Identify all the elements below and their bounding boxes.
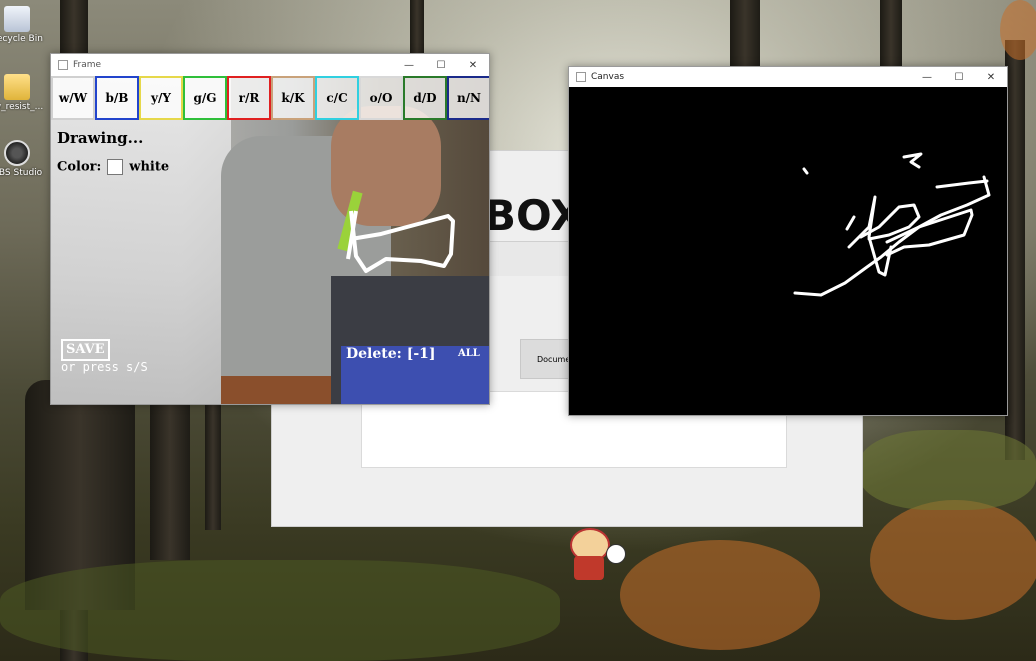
drawn-stroke bbox=[802, 167, 809, 175]
canvas-titlebar[interactable]: Canvas — ☐ ✕ bbox=[569, 67, 1007, 87]
app-icon bbox=[576, 72, 586, 82]
color-button-green[interactable]: g/G bbox=[183, 76, 227, 120]
color-swatch bbox=[107, 159, 124, 175]
autumn-foliage bbox=[870, 500, 1036, 620]
drawn-stroke bbox=[845, 215, 856, 231]
color-label: Color: bbox=[57, 159, 102, 175]
color-button-red[interactable]: r/R bbox=[227, 76, 271, 120]
frame-titlebar[interactable]: Frame — ☐ ✕ bbox=[51, 54, 489, 76]
forest-floor bbox=[0, 560, 560, 661]
tree-trunk bbox=[730, 0, 760, 70]
color-button-orange[interactable]: o/O bbox=[359, 76, 403, 120]
desktop-icon-label: fw_resist_... bbox=[0, 102, 44, 112]
drawn-stroke bbox=[935, 179, 989, 189]
delete-all-button[interactable]: ALL bbox=[458, 348, 480, 359]
desktop-icon-label: OBS Studio bbox=[0, 168, 43, 178]
save-button[interactable]: SAVE bbox=[61, 339, 110, 361]
desktop-icon-obs-studio[interactable]: OBS Studio bbox=[0, 140, 52, 178]
drawing-status: Drawing... bbox=[57, 129, 144, 147]
frame-title: Frame bbox=[73, 60, 102, 70]
close-button[interactable]: ✕ bbox=[457, 54, 489, 76]
delete-last-button[interactable]: [-1] bbox=[407, 346, 436, 362]
minimize-button[interactable]: — bbox=[393, 54, 425, 76]
drawn-stroke bbox=[349, 210, 455, 273]
tree-trunk bbox=[150, 380, 190, 560]
delete-text: Delete: bbox=[346, 346, 402, 362]
maximize-button[interactable]: ☐ bbox=[425, 54, 457, 76]
recycle-bin-icon bbox=[4, 6, 30, 32]
desktop-icon-label: Recycle Bin bbox=[0, 34, 43, 44]
color-button-blue[interactable]: b/B bbox=[95, 76, 139, 120]
canvas-strokes bbox=[793, 152, 991, 297]
color-value: white bbox=[129, 159, 170, 175]
maximize-button[interactable]: ☐ bbox=[943, 67, 975, 87]
camera-feed: w/W b/B y/Y g/G r/R k/K c/C o/O d/D n/N … bbox=[51, 76, 489, 404]
color-button-white[interactable]: w/W bbox=[51, 76, 95, 120]
cartoon-sticker bbox=[560, 528, 626, 583]
forest-floor bbox=[860, 430, 1036, 510]
desktop-icon-folder[interactable]: fw_resist_... bbox=[0, 74, 52, 112]
tree-trunk bbox=[410, 0, 424, 55]
color-indicator: Color: white bbox=[57, 159, 169, 175]
color-button-navy[interactable]: n/N bbox=[447, 76, 489, 120]
minimize-button[interactable]: — bbox=[911, 67, 943, 87]
close-button[interactable]: ✕ bbox=[975, 67, 1007, 87]
desktop-icon-recycle-bin[interactable]: Recycle Bin bbox=[0, 6, 52, 44]
color-button-yellow[interactable]: y/Y bbox=[139, 76, 183, 120]
delete-label: Delete: [-1] bbox=[346, 346, 436, 362]
drawn-stroke bbox=[885, 208, 974, 257]
tree-trunk bbox=[880, 0, 902, 70]
save-hint: or press s/S bbox=[61, 360, 148, 374]
obs-studio-icon bbox=[4, 140, 30, 166]
color-button-cyan[interactable]: c/C bbox=[315, 76, 359, 120]
color-button-dark-green[interactable]: d/D bbox=[403, 76, 447, 120]
drawing-canvas[interactable] bbox=[569, 87, 1007, 415]
folder-icon bbox=[4, 74, 30, 100]
color-toolbar: w/W b/B y/Y g/G r/R k/K c/C o/O d/D n/N bbox=[51, 76, 489, 120]
drawn-stroke bbox=[902, 152, 923, 169]
app-icon bbox=[58, 60, 68, 70]
tree-trunk bbox=[1005, 40, 1025, 460]
autumn-foliage bbox=[620, 540, 820, 650]
frame-window: Frame — ☐ ✕ w/W b/B y/Y g/G r/R k/K c/C … bbox=[50, 53, 490, 405]
autumn-foliage bbox=[1000, 0, 1036, 60]
canvas-title: Canvas bbox=[591, 72, 625, 82]
canvas-window: Canvas — ☐ ✕ bbox=[568, 66, 1008, 416]
color-button-black[interactable]: k/K bbox=[271, 76, 315, 120]
